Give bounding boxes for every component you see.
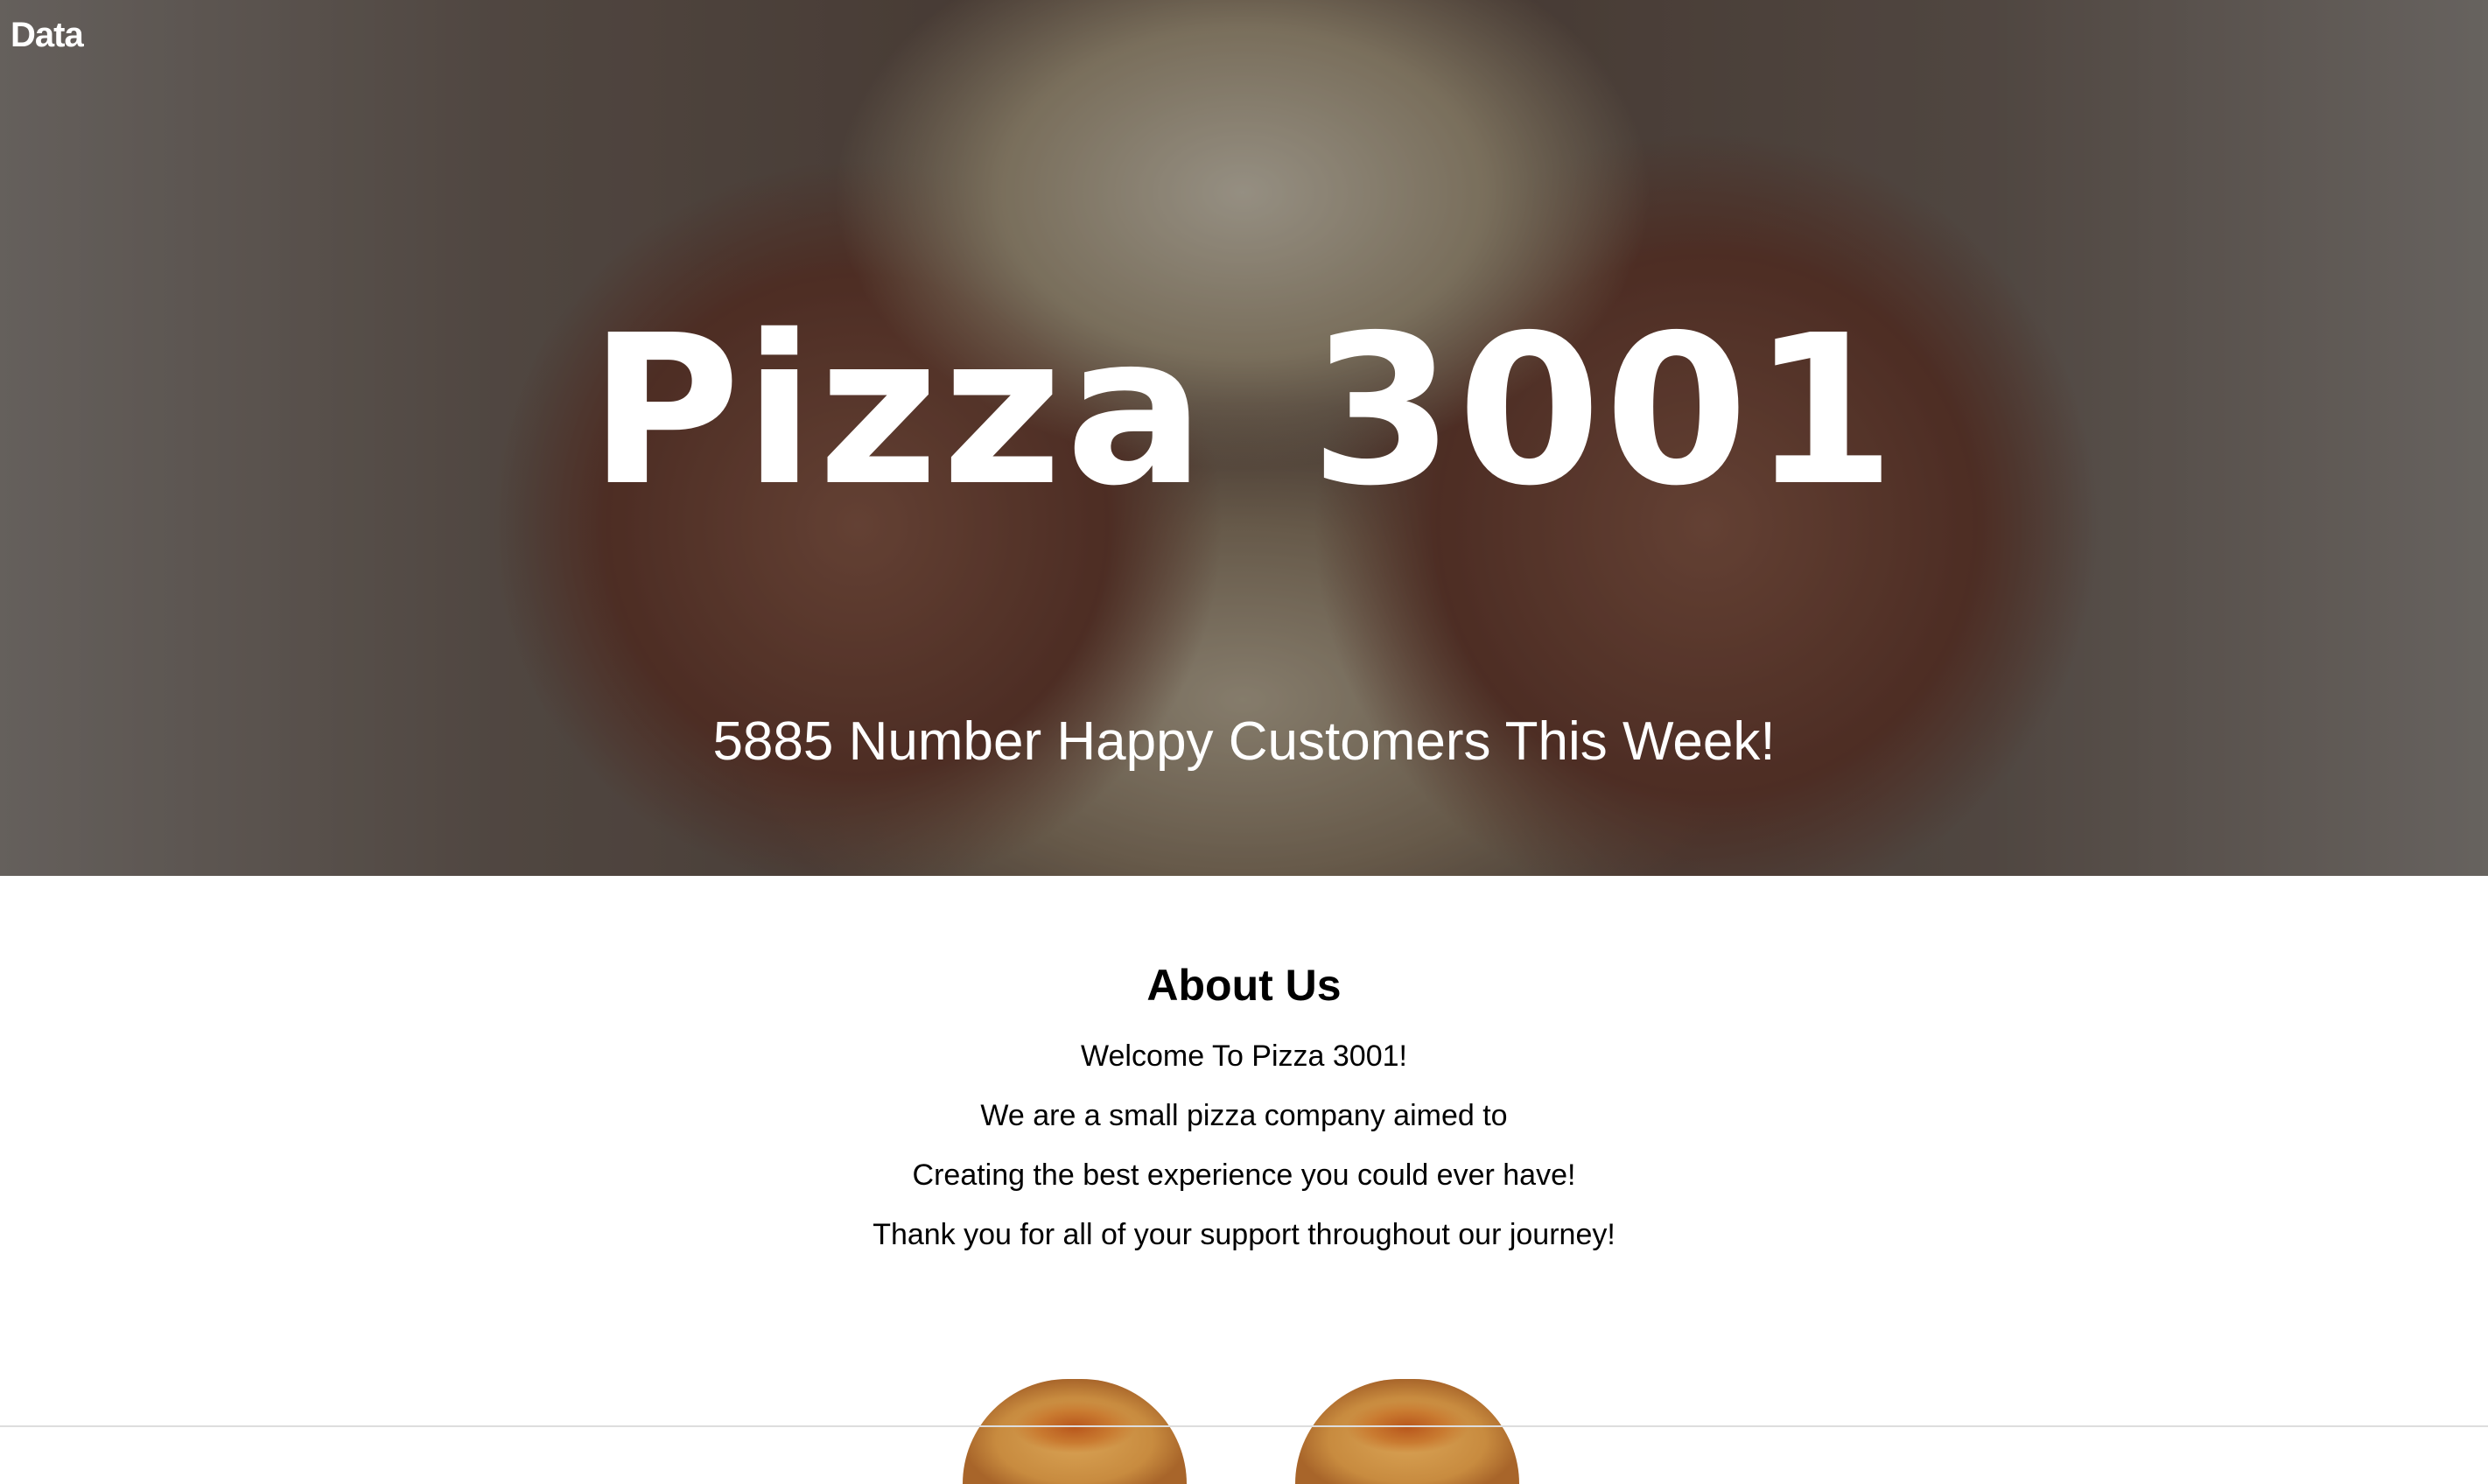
hero-banner: Data Pizza 3001 5885 Number Happy Custom… — [0, 0, 2488, 876]
about-heading: About Us — [1146, 961, 1342, 1010]
hero-subtitle: 5885 Number Happy Customers This Week! — [712, 711, 1776, 772]
about-section: About Us Welcome To Pizza 3001! We are a… — [0, 876, 2488, 1484]
about-line-thanks: Thank you for all of your support throug… — [873, 1218, 1615, 1251]
pizza-image — [963, 1379, 1187, 1484]
pizza-image — [1295, 1379, 1519, 1484]
about-line-company: We are a small pizza company aimed to — [980, 1099, 1508, 1132]
about-line-experience: Creating the best experience you could e… — [912, 1158, 1576, 1192]
brand-link[interactable]: Data — [11, 16, 84, 55]
hero-title: Pizza 3001 — [589, 290, 1899, 531]
about-line-welcome: Welcome To Pizza 3001! — [1081, 1040, 1407, 1073]
